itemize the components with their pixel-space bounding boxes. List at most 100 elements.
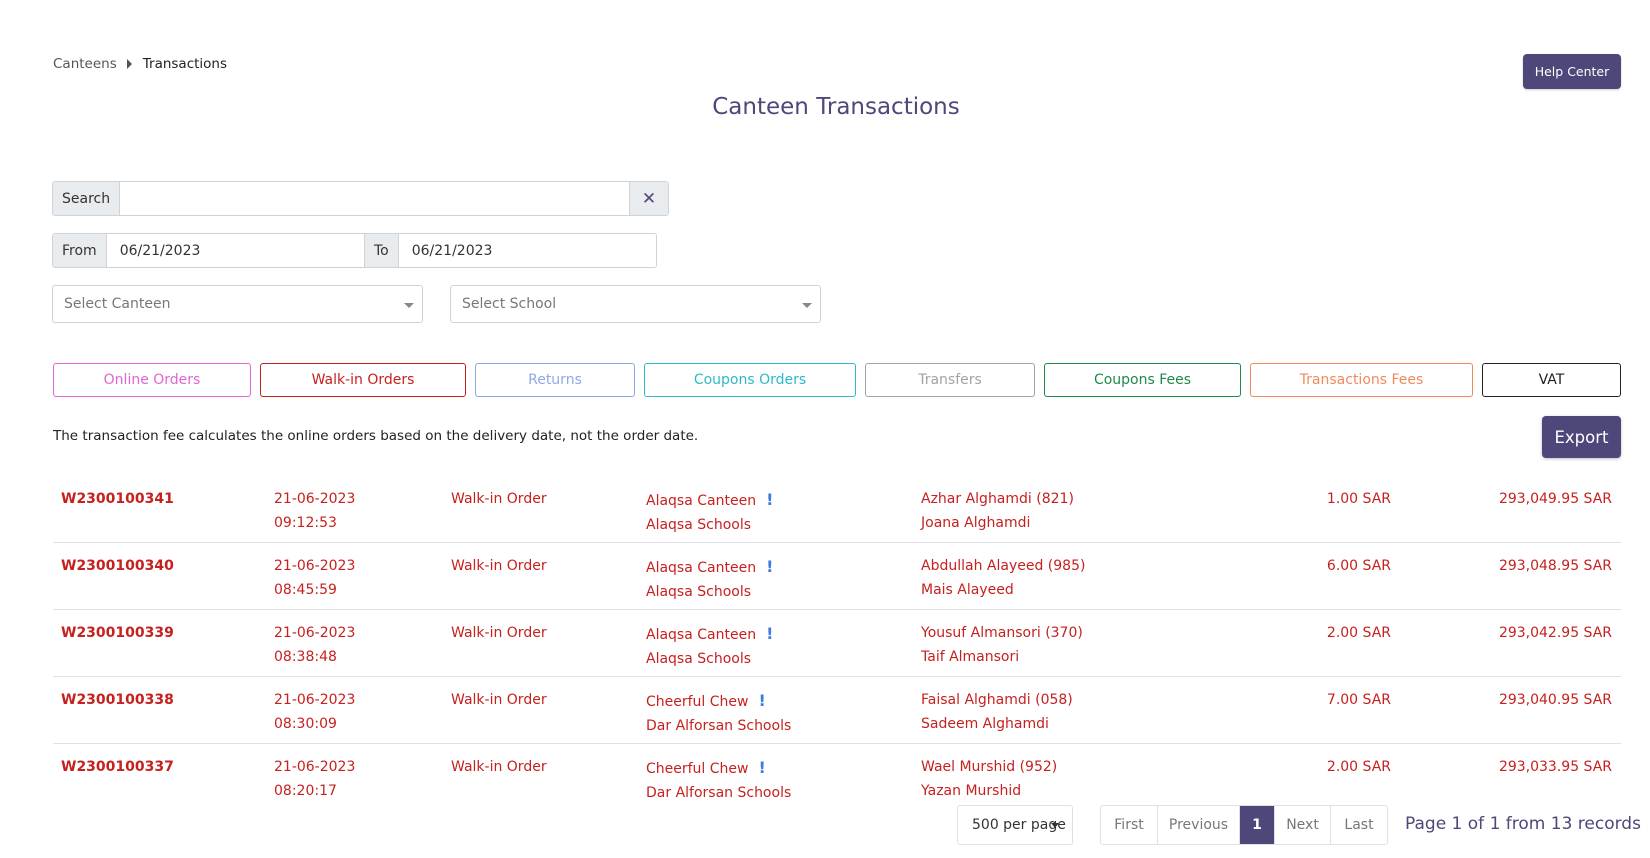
- order-id[interactable]: W2300100339: [61, 622, 174, 646]
- transaction-fee-note: The transaction fee calculates the onlin…: [53, 428, 699, 444]
- search-label: Search: [53, 182, 121, 215]
- exclamation-icon[interactable]: !: [758, 691, 765, 710]
- exclamation-icon[interactable]: !: [766, 624, 773, 643]
- tab-returns[interactable]: Returns: [475, 363, 635, 397]
- exclamation-icon[interactable]: !: [758, 758, 765, 777]
- order-amount: 6.00 SAR: [1326, 558, 1391, 574]
- order-time: 08:30:09: [274, 715, 337, 732]
- select-canteen-placeholder: Select Canteen: [64, 296, 171, 312]
- breadcrumb-transactions: Transactions: [142, 56, 228, 72]
- select-canteen[interactable]: Select Canteen: [52, 285, 423, 323]
- parent-name: Joana Alghamdi: [921, 514, 1031, 531]
- pagination: First Previous 1 Next Last: [1100, 805, 1388, 845]
- to-date-input[interactable]: 06/21/2023: [398, 234, 656, 267]
- canteen-name: Alaqsa Canteen: [646, 560, 757, 576]
- tab-walk-in-orders[interactable]: Walk-in Orders: [260, 363, 466, 397]
- help-center-button[interactable]: Help Center: [1523, 54, 1621, 89]
- school-name: Dar Alforsan Schools: [646, 784, 792, 801]
- parent-name: Sadeem Alghamdi: [921, 715, 1049, 732]
- transactions-list: W2300100341 21-06-2023 09:12:53 Walk-in O…: [53, 476, 1621, 810]
- order-id[interactable]: W2300100341: [61, 488, 174, 512]
- balance-amount: 293,040.95 SAR: [1498, 692, 1612, 708]
- table-row[interactable]: W2300100338 21-06-2023 08:30:09 Walk-in O…: [53, 677, 1621, 744]
- order-amount: 7.00 SAR: [1326, 692, 1391, 708]
- from-date-input[interactable]: 06/21/2023: [106, 234, 365, 267]
- table-row[interactable]: W2300100337 21-06-2023 08:20:17 Walk-in O…: [53, 744, 1621, 810]
- order-date: 21-06-2023: [274, 692, 356, 708]
- parent-name: Taif Almansori: [921, 648, 1020, 665]
- close-icon[interactable]: ✕: [629, 182, 668, 215]
- select-school-placeholder: Select School: [462, 296, 557, 312]
- page-1-button[interactable]: 1: [1240, 806, 1275, 844]
- order-amount: 2.00 SAR: [1326, 759, 1391, 775]
- student-name: Azhar Alghamdi (821): [921, 491, 1074, 507]
- student-name: Faisal Alghamdi (058): [921, 692, 1073, 708]
- canteen-name: Cheerful Chew: [646, 761, 749, 777]
- canteen-school: Alaqsa Canteen! Alaqsa Schools: [646, 622, 773, 671]
- page-next-button[interactable]: Next: [1275, 806, 1331, 844]
- page-previous-button[interactable]: Previous: [1158, 806, 1240, 844]
- tab-coupons-fees[interactable]: Coupons Fees: [1044, 363, 1241, 397]
- table-row[interactable]: W2300100339 21-06-2023 08:38:48 Walk-in O…: [53, 610, 1621, 677]
- order-time: 09:12:53: [274, 514, 337, 531]
- tab-transfers[interactable]: Transfers: [865, 363, 1035, 397]
- select-school[interactable]: Select School: [450, 285, 821, 323]
- table-row[interactable]: W2300100341 21-06-2023 09:12:53 Walk-in O…: [53, 476, 1621, 543]
- order-time: 08:45:59: [274, 581, 337, 598]
- student-name: Wael Murshid (952): [921, 759, 1058, 775]
- order-datetime: 21-06-2023 08:45:59: [274, 555, 355, 602]
- per-page-dropdown[interactable]: 500 per page: [957, 805, 1073, 845]
- order-date: 21-06-2023: [274, 491, 356, 507]
- from-label: From: [53, 234, 107, 267]
- order-id[interactable]: W2300100340: [61, 555, 174, 579]
- order-date: 21-06-2023: [274, 625, 356, 641]
- tab-online-orders[interactable]: Online Orders: [53, 363, 251, 397]
- tab-vat[interactable]: VAT: [1482, 363, 1621, 397]
- exclamation-icon[interactable]: !: [766, 490, 773, 509]
- canteen-school: Cheerful Chew! Dar Alforsan Schools: [646, 756, 791, 805]
- order-date: 21-06-2023: [274, 558, 356, 574]
- tab-coupons-orders[interactable]: Coupons Orders: [644, 363, 856, 397]
- chevron-right-icon: [126, 59, 132, 69]
- order-datetime: 21-06-2023 08:30:09: [274, 689, 355, 736]
- student-name: Yousuf Almansori (370): [921, 625, 1083, 641]
- order-type: Walk-in Order: [451, 759, 547, 775]
- parent-name: Yazan Murshid: [921, 782, 1022, 799]
- table-row[interactable]: W2300100340 21-06-2023 08:45:59 Walk-in O…: [53, 543, 1621, 610]
- student-name: Abdullah Alayeed (985): [921, 558, 1086, 574]
- tab-transactions-fees[interactable]: Transactions Fees: [1250, 363, 1473, 397]
- student-parent: Abdullah Alayeed (985) Mais Alayeed: [921, 555, 1085, 602]
- balance-amount: 293,049.95 SAR: [1498, 491, 1612, 507]
- canteen-name: Alaqsa Canteen: [646, 627, 757, 643]
- exclamation-icon[interactable]: !: [766, 557, 773, 576]
- order-datetime: 21-06-2023 09:12:53: [274, 488, 355, 535]
- order-id[interactable]: W2300100338: [61, 689, 174, 713]
- order-amount: 2.00 SAR: [1326, 625, 1391, 641]
- student-parent: Azhar Alghamdi (821) Joana Alghamdi: [921, 488, 1074, 535]
- school-name: Alaqsa Schools: [646, 516, 752, 533]
- breadcrumb: Canteens Transactions: [53, 56, 227, 72]
- order-id[interactable]: W2300100337: [61, 756, 174, 780]
- order-date: 21-06-2023: [274, 759, 356, 775]
- page-first-button[interactable]: First: [1101, 806, 1158, 844]
- order-amount: 1.00 SAR: [1326, 491, 1391, 507]
- student-parent: Faisal Alghamdi (058) Sadeem Alghamdi: [921, 689, 1073, 736]
- page-info: Page 1 of 1 from 13 records: [1405, 814, 1641, 834]
- canteen-school: Cheerful Chew! Dar Alforsan Schools: [646, 689, 791, 738]
- student-parent: Yousuf Almansori (370) Taif Almansori: [921, 622, 1083, 669]
- canteen-school: Alaqsa Canteen! Alaqsa Schools: [646, 555, 773, 604]
- chevron-down-icon: [1051, 823, 1059, 828]
- breadcrumb-canteens[interactable]: Canteens: [53, 56, 117, 72]
- page-last-button[interactable]: Last: [1331, 806, 1387, 844]
- school-name: Alaqsa Schools: [646, 583, 752, 600]
- search-input[interactable]: [120, 182, 629, 215]
- school-name: Alaqsa Schools: [646, 650, 752, 667]
- balance-amount: 293,048.95 SAR: [1498, 558, 1612, 574]
- order-time: 08:38:48: [274, 648, 337, 665]
- export-button[interactable]: Export: [1542, 416, 1621, 458]
- chevron-down-icon: [404, 303, 414, 308]
- canteen-school: Alaqsa Canteen! Alaqsa Schools: [646, 488, 773, 537]
- parent-name: Mais Alayeed: [921, 581, 1014, 598]
- to-label: To: [364, 234, 399, 267]
- chevron-down-icon: [802, 303, 812, 308]
